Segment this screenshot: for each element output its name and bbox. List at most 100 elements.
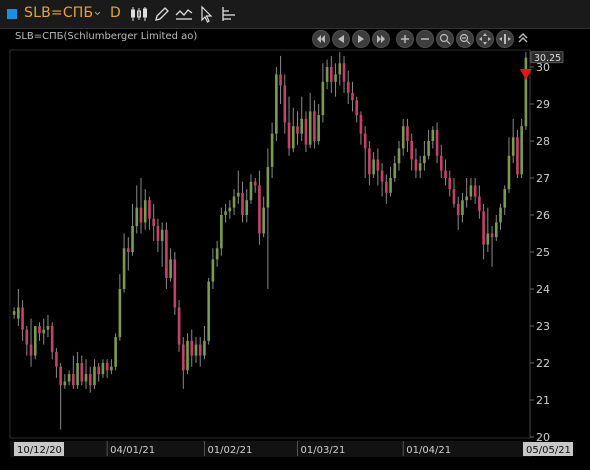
candle-body [76,363,79,386]
candle-body [29,344,33,356]
zoom-in-icon[interactable] [396,30,414,48]
chart-area[interactable]: 20 21 22 23 24 25 26 27 28 29 30 30.25 10/12/20 04/0… [0,28,590,466]
candle-body [33,326,37,356]
zoom-fit-icon[interactable] [436,30,454,48]
candle-body [330,67,333,82]
candle-body [410,141,413,160]
candle-body [465,196,468,201]
candle-body [266,166,270,208]
candle-body [84,374,88,382]
candle-body [520,126,523,175]
candle-body [397,148,401,164]
candle-body [50,326,54,352]
candle-body [139,207,143,223]
candle-body [21,307,24,330]
candle-body [186,340,189,371]
candle-body [93,366,96,386]
candle-body [291,126,295,149]
candle-body [418,163,422,171]
y-tick-label: 25 [536,246,550,259]
candle-body [461,200,464,215]
candle-body [431,129,435,141]
candle-body [355,100,359,116]
candle-body [376,159,380,171]
candle-body [152,218,155,227]
candle-body [389,178,392,193]
candle-body [423,155,426,164]
candle-body [165,229,168,278]
candle-body [372,159,375,175]
candles-layer [12,52,528,430]
x-tick-label: 04/01/21 [110,445,155,456]
candle-body [448,178,452,190]
candle-body [380,170,384,182]
pencil-draw-icon[interactable] [153,5,171,23]
candle-body [342,63,346,82]
candlestick-chart-icon[interactable] [130,5,148,23]
candle-body [17,307,20,319]
candle-body [38,326,41,334]
candle-body [177,307,181,345]
zoom-reset-icon[interactable] [496,30,514,48]
y-tick-label: 22 [536,357,550,370]
candle-body [169,259,172,278]
candle-body [207,281,210,341]
candle-body [110,366,113,371]
indicators-icon[interactable] [220,5,238,23]
candle-body [220,215,223,249]
candle-body [80,363,84,382]
candle-body [283,85,287,123]
candle-body [249,181,253,201]
candle-body [46,326,50,330]
collapse-up-icon[interactable] [517,30,529,46]
zoom-area-icon[interactable] [456,30,474,48]
candle-body [427,141,430,156]
y-tick-label: 21 [536,394,550,407]
candle-body [516,137,519,175]
candle-body [406,126,409,141]
candle-body [507,155,511,190]
y-tick-label: 27 [536,172,550,185]
x-tick-label: 05/05/21 [526,445,571,456]
candle-body [511,137,515,156]
candle-body [97,366,101,375]
candle-body [42,329,46,334]
candle-body [114,337,117,367]
period-selector[interactable]: D [110,5,121,21]
rewind-icon[interactable] [312,30,330,48]
candle-body [499,207,502,223]
candle-body [482,211,485,245]
candle-body [156,226,160,241]
candle-body [131,226,134,252]
candle-body [275,74,278,134]
cursor-icon[interactable] [198,5,216,23]
candle-body [72,374,75,386]
candle-body [198,344,202,356]
zoom-out-icon[interactable] [416,30,434,48]
candle-body [211,259,215,282]
candle-body [135,207,139,227]
candle-body [258,185,261,234]
candle-body [241,192,244,215]
symbol-selector[interactable]: SLB=СПБ [24,5,93,21]
candle-body [439,155,443,171]
candle-body [435,129,439,156]
y-tick-label: 29 [536,98,550,111]
candle-body [118,289,122,338]
candle-body [160,229,164,241]
candle-body [55,351,58,367]
fast-forward-icon[interactable] [372,30,390,48]
candle-body [456,203,460,215]
pan-icon[interactable] [476,30,494,48]
candle-body [351,92,354,101]
candle-body [503,189,507,208]
step-back-icon[interactable] [332,30,350,48]
y-tick-label: 28 [536,135,550,148]
candle-body [203,340,206,356]
candle-body [232,196,236,208]
candle-body [270,133,274,167]
chart-type-icon[interactable] [175,5,193,23]
candle-body [228,207,232,212]
step-forward-icon[interactable] [352,30,370,48]
chevron-down-icon[interactable]: ⌄ [92,4,103,19]
